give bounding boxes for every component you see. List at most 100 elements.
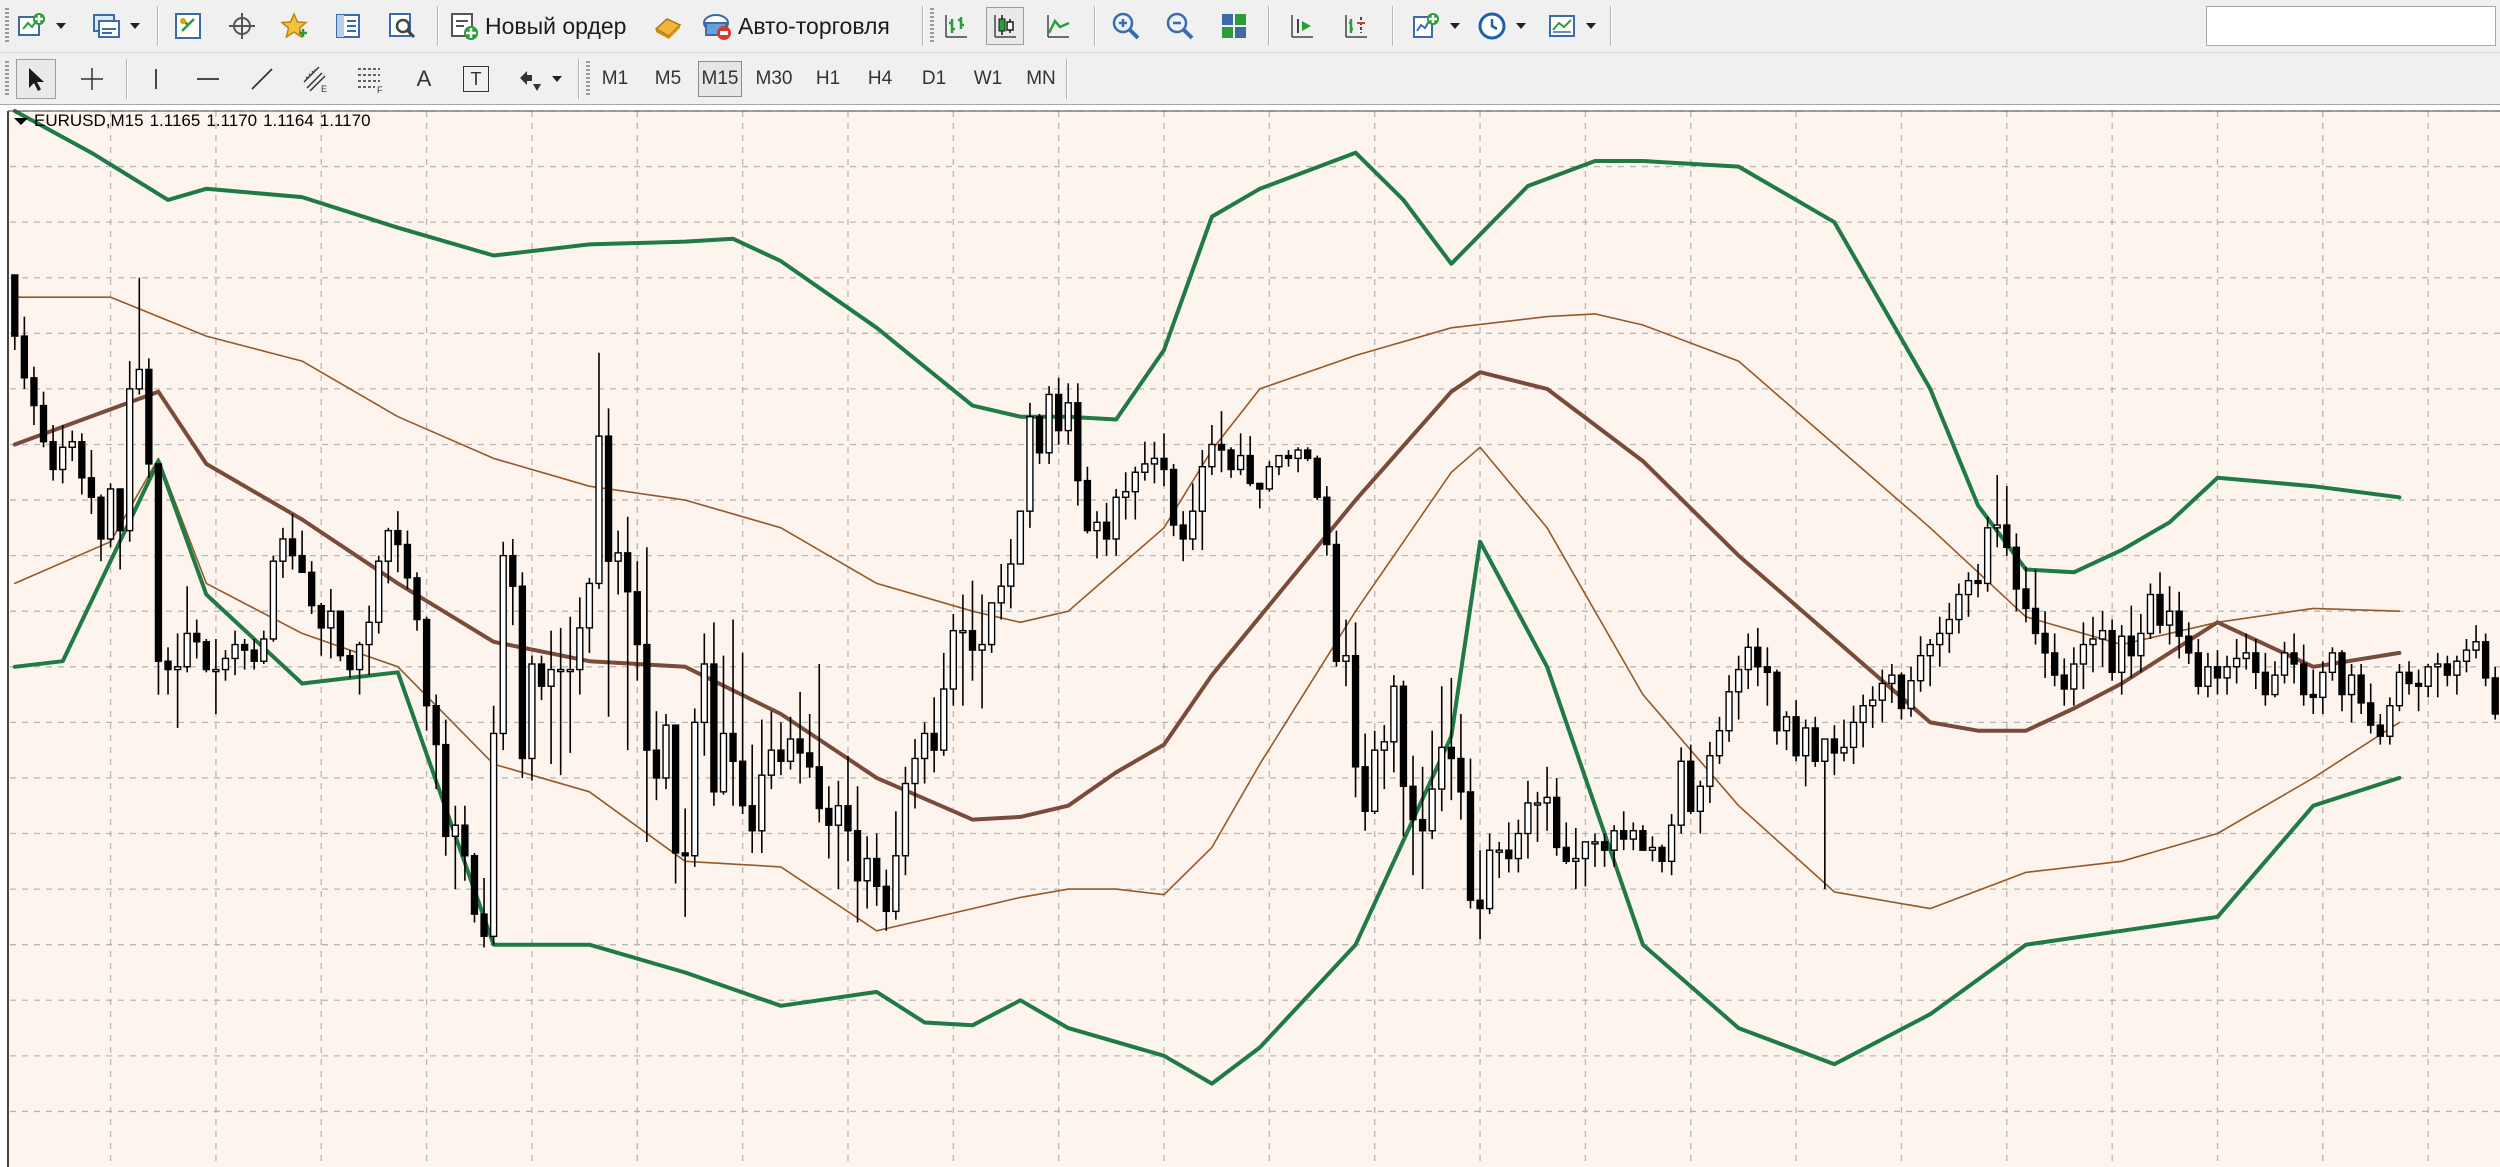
toolbar-grip[interactable] <box>930 8 934 44</box>
candle-bullish <box>1581 841 1590 860</box>
candle-bullish <box>1131 471 1139 493</box>
profiles-dropdown[interactable] <box>126 16 144 36</box>
candle-bullish <box>1294 449 1302 460</box>
candle-bullish <box>614 552 622 562</box>
candle-bullish <box>959 629 967 634</box>
candle-bullish <box>2462 649 2471 662</box>
zoom-in-button[interactable] <box>1108 8 1144 44</box>
timeframe-w1[interactable]: W1 <box>968 61 1008 97</box>
price-chart[interactable] <box>0 105 2500 1167</box>
candle-bearish <box>1160 457 1168 471</box>
profiles-button[interactable] <box>88 8 124 44</box>
text-tool-button[interactable]: A <box>406 61 442 97</box>
new-chart-button[interactable] <box>14 8 50 44</box>
chevron-down-icon <box>1449 22 1461 30</box>
candle-bearish <box>1418 818 1427 832</box>
timeframe-h1[interactable]: H1 <box>808 61 848 97</box>
candle-bullish <box>1524 802 1532 835</box>
indicators-button[interactable] <box>1408 8 1444 44</box>
text-label-button[interactable]: T <box>458 61 494 97</box>
line-chart-button[interactable] <box>1040 8 1076 44</box>
candle-bullish <box>1208 443 1216 468</box>
search-input[interactable] <box>2206 6 2496 46</box>
timeframe-m5[interactable]: M5 <box>648 61 688 97</box>
candle-bearish <box>1687 760 1695 812</box>
candle-bearish <box>336 610 345 657</box>
candle-bullish <box>595 435 603 585</box>
candle-bearish <box>2194 652 2202 687</box>
candle-bullish <box>700 663 708 724</box>
candle-bearish <box>1304 449 1312 460</box>
candle-bearish <box>1074 402 1082 482</box>
toolbar-separator <box>922 6 923 46</box>
vertical-line-button[interactable] <box>138 61 174 97</box>
strategy-tester-button[interactable] <box>384 8 420 44</box>
candle-bullish <box>355 643 364 671</box>
candle-bearish <box>2060 674 2068 690</box>
candle-bearish <box>2405 671 2413 685</box>
templates-dropdown[interactable] <box>1582 16 1600 36</box>
toolbar-grip[interactable] <box>5 8 9 44</box>
data-window-button[interactable] <box>330 8 366 44</box>
metaeditor-button[interactable] <box>650 8 686 44</box>
candle-bearish <box>1332 543 1341 662</box>
periods-dropdown[interactable] <box>1512 16 1530 36</box>
timeframe-d1[interactable]: D1 <box>914 61 954 97</box>
chart-window[interactable]: EURUSD,M15 1.1165 1.1170 1.1164 1.1170 <box>0 105 2500 1167</box>
candle-bullish <box>1045 393 1053 454</box>
candle-bullish <box>719 732 728 793</box>
arrows-dropdown[interactable] <box>548 69 566 89</box>
favorites-button[interactable] <box>276 8 312 44</box>
arrows-button[interactable] <box>512 61 548 97</box>
auto-trading-button[interactable]: Авто-торговля <box>700 8 910 44</box>
auto-scroll-button[interactable] <box>1284 8 1320 44</box>
candle-bullish <box>2242 652 2250 660</box>
candle-bearish <box>2290 652 2298 665</box>
chart-shift-button[interactable] <box>1338 8 1374 44</box>
equidistant-channel-button[interactable]: E <box>298 61 334 97</box>
timeframe-mn[interactable]: MN <box>1020 61 1062 97</box>
candle-bearish <box>2012 546 2021 590</box>
candle-bearish <box>2309 693 2317 699</box>
bar-chart-button[interactable] <box>938 8 974 44</box>
timeframe-m30[interactable]: M30 <box>752 61 796 97</box>
new-order-button[interactable]: Новый ордер <box>449 8 661 44</box>
horizontal-line-button[interactable] <box>190 61 226 97</box>
templates-button[interactable] <box>1544 8 1580 44</box>
candle-bearish <box>1811 727 1819 762</box>
tile-windows-button[interactable] <box>1216 8 1252 44</box>
candlestick-chart-button[interactable] <box>986 7 1024 45</box>
toolbar-grip[interactable] <box>586 61 590 97</box>
candle-bearish <box>1553 796 1561 849</box>
candle-bullish <box>2232 657 2241 668</box>
new-chart-dropdown[interactable] <box>52 16 70 36</box>
candle-bearish <box>681 852 689 857</box>
chevron-down-icon <box>1585 22 1597 30</box>
trendline-button[interactable] <box>244 61 280 97</box>
candle-bearish <box>729 732 737 762</box>
fibonacci-retracement-button[interactable]: F <box>352 61 388 97</box>
candle-bearish <box>796 738 804 754</box>
candle-bullish <box>1821 738 1829 762</box>
timeframe-m15[interactable]: M15 <box>698 61 742 97</box>
toolbar-grip[interactable] <box>5 61 9 97</box>
periods-button[interactable] <box>1474 8 1510 44</box>
candle-bullish <box>1141 463 1149 473</box>
candle-bearish <box>11 274 19 337</box>
zoom-out-button[interactable] <box>1162 8 1198 44</box>
candle-bullish <box>1610 830 1618 851</box>
candle-bullish <box>365 621 373 646</box>
timeframe-m1[interactable]: M1 <box>595 61 635 97</box>
navigator-button[interactable] <box>224 8 260 44</box>
cursor-button[interactable] <box>16 59 56 99</box>
market-watch-button[interactable] <box>170 8 206 44</box>
timeframe-h4[interactable]: H4 <box>860 61 900 97</box>
candle-bullish <box>269 560 278 640</box>
candle-bearish <box>604 435 613 562</box>
candle-bullish <box>1275 454 1283 468</box>
candle-bearish <box>2108 629 2116 674</box>
candle-bearish <box>1658 846 1666 863</box>
candle-bearish <box>2051 652 2059 676</box>
crosshair-button[interactable] <box>74 61 110 97</box>
indicators-dropdown[interactable] <box>1446 16 1464 36</box>
